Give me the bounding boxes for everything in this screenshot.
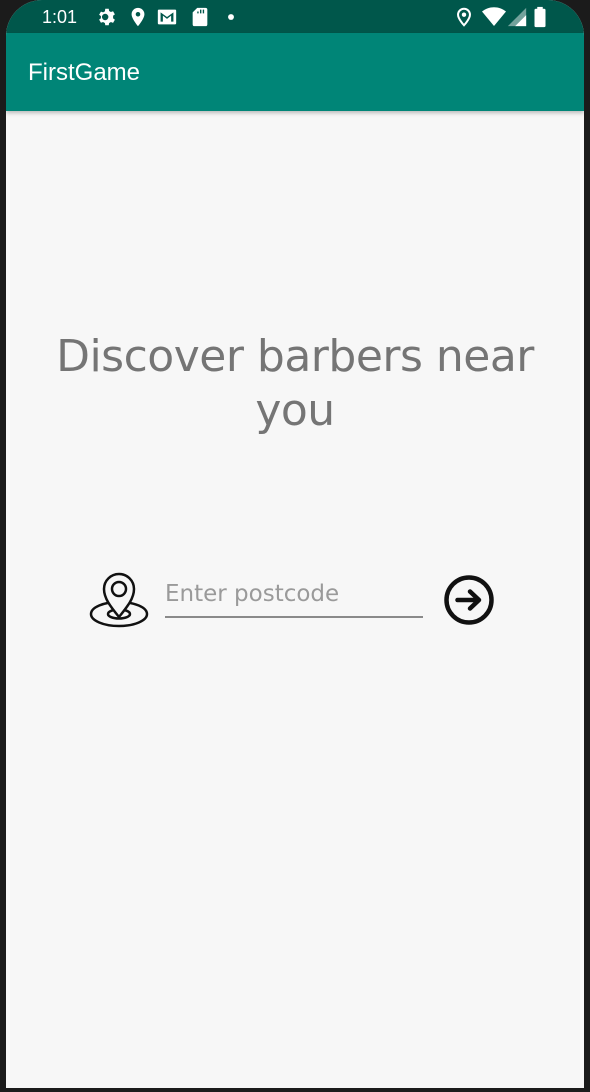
- app-bar: FirstGame: [6, 33, 584, 111]
- sd-card-icon: [189, 6, 211, 28]
- wifi-icon: [482, 6, 506, 28]
- gmail-icon: [156, 6, 178, 28]
- location-pin-icon: [127, 6, 149, 28]
- battery-icon: [532, 6, 554, 28]
- postcode-input[interactable]: [165, 572, 423, 618]
- phone-screen: 1:01 FirstGame Discover barbers near you…: [6, 0, 584, 1088]
- app-title: FirstGame: [28, 59, 141, 86]
- submit-postcode-button[interactable]: [442, 573, 496, 627]
- page-headline: Discover barbers near you: [56, 331, 534, 436]
- signal-icon: [506, 6, 528, 28]
- status-bar: 1:01: [6, 0, 584, 33]
- location-marker-icon: [88, 570, 150, 632]
- location-icon: [453, 6, 475, 28]
- arrow-right-circle-icon: [442, 575, 496, 630]
- notification-dot-icon: [220, 6, 242, 28]
- status-time: 1:01: [42, 7, 78, 27]
- settings-icon: [96, 6, 118, 28]
